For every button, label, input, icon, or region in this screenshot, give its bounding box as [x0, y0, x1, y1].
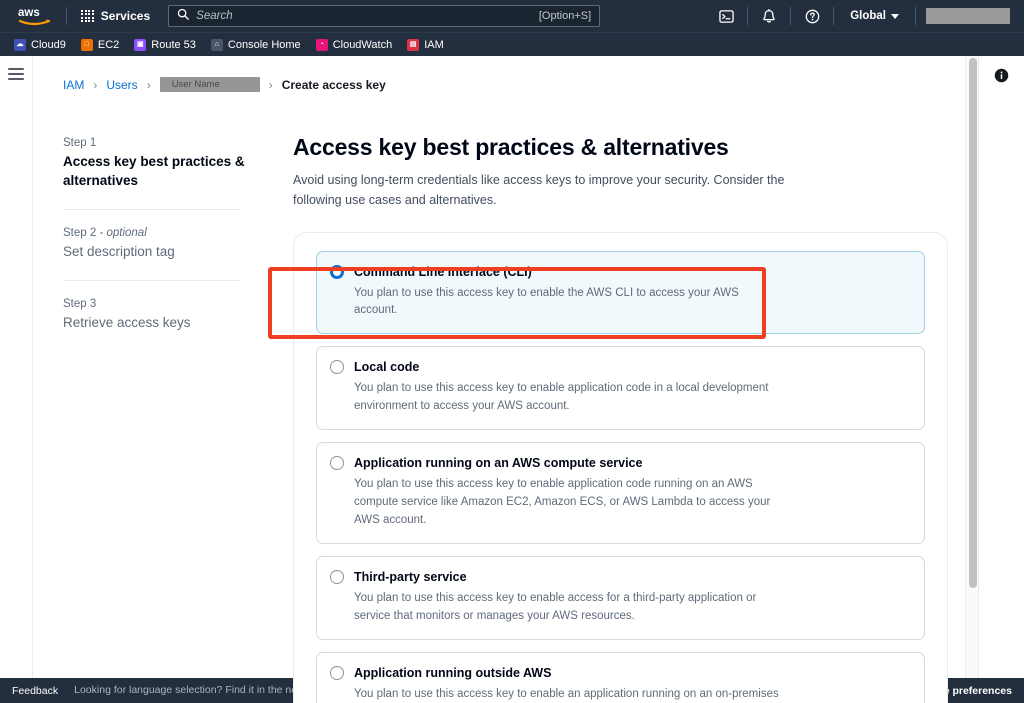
top-navigation-bar: aws Services [Option+S] — [0, 0, 1024, 32]
radio-option-cli[interactable]: Command Line Interface (CLI) You plan to… — [316, 250, 925, 335]
option-label: Application running outside AWS — [354, 665, 552, 680]
favorite-cloudwatch[interactable]: ◔ CloudWatch — [315, 38, 393, 51]
route53-icon: ▣ — [134, 38, 147, 51]
step-title: Access key best practices & alternatives — [63, 154, 245, 189]
option-description: You plan to use this access key to enabl… — [354, 382, 769, 413]
search-shortcut-hint: [Option+S] — [538, 10, 592, 22]
option-label: Local code — [354, 360, 420, 375]
favorite-ec2[interactable]: □ EC2 — [80, 38, 120, 51]
nav-divider — [833, 7, 835, 25]
favorite-label: EC2 — [97, 38, 120, 51]
cloud9-icon: ☁ — [14, 38, 26, 51]
content-column: IAM › Users › User Name › Create access … — [33, 56, 978, 703]
ec2-icon: □ — [80, 38, 93, 51]
hamburger-menu-icon[interactable] — [8, 68, 24, 80]
favorite-label: CloudWatch — [332, 38, 393, 51]
radio-option-third-party[interactable]: Third-party service You plan to use this… — [316, 556, 925, 640]
account-menu-redacted[interactable] — [926, 8, 1010, 24]
console-body: IAM › Users › User Name › Create access … — [0, 56, 1024, 703]
step-number: Step 1 — [63, 137, 97, 149]
nav-divider — [915, 7, 916, 25]
grid-icon — [81, 9, 94, 23]
page-title: Access key best practices & alternatives — [293, 134, 729, 160]
wizard-steps-nav: Step 1 Access key best practices & alter… — [63, 92, 268, 678]
nav-divider — [790, 7, 792, 25]
favorite-console-home[interactable]: ⌂ Console Home — [210, 38, 301, 51]
language-notice-text: Looking for language selection? Find it … — [74, 684, 308, 696]
breadcrumb-item-iam[interactable]: IAM — [63, 78, 84, 92]
favorite-label: IAM — [424, 38, 444, 51]
left-rail — [0, 56, 33, 678]
option-label: Application running on an AWS compute se… — [354, 456, 643, 471]
services-menu-button[interactable]: Services — [73, 4, 158, 28]
step-number: Step 2 - optional — [63, 227, 147, 240]
option-description: You plan to use this access key to enabl… — [354, 687, 779, 700]
chevron-right-icon: › — [146, 77, 151, 92]
chevron-right-icon: › — [93, 77, 98, 92]
radio-option-local-code[interactable]: Local code You plan to use this access k… — [316, 346, 925, 431]
wizard-step-3[interactable]: Step 3 Retrieve access keys — [63, 298, 268, 332]
info-panel — [978, 56, 1024, 678]
option-description: You plan to use this access key to enabl… — [354, 286, 739, 317]
radio-option-outside-aws[interactable]: Application running outside AWS You plan… — [316, 651, 925, 703]
favorite-cloud9[interactable]: ☁ Cloud9 — [14, 38, 66, 51]
option-description: You plan to use this access key to enabl… — [354, 478, 771, 527]
step-divider — [63, 280, 240, 282]
region-selector[interactable]: Global — [840, 10, 909, 22]
global-search-bar[interactable]: [Option+S] — [168, 5, 601, 27]
aws-logo[interactable]: aws — [14, 5, 56, 27]
breadcrumb-item-users[interactable]: Users — [106, 78, 137, 92]
favorite-label: Console Home — [227, 38, 301, 51]
info-icon[interactable] — [994, 68, 1009, 88]
breadcrumb-item-current: Create access key — [281, 77, 386, 92]
main-content: Access key best practices & alternatives… — [268, 92, 978, 703]
feedback-link[interactable]: Feedback — [12, 685, 58, 697]
radio-button[interactable] — [330, 665, 344, 680]
option-label: Third-party service — [354, 570, 467, 585]
breadcrumb: IAM › Users › User Name › Create access … — [33, 56, 978, 92]
favorite-label: Route 53 — [151, 38, 196, 51]
favorite-route53[interactable]: ▣ Route 53 — [134, 38, 196, 51]
radio-button[interactable] — [330, 456, 344, 471]
radio-button[interactable] — [330, 570, 344, 585]
cloudwatch-icon: ◔ — [315, 38, 328, 51]
option-description: You plan to use this access key to enabl… — [354, 592, 757, 622]
radio-option-aws-compute[interactable]: Application running on an AWS compute se… — [316, 442, 925, 545]
aws-console-page: aws Services [Option+S] — [0, 0, 1024, 703]
nav-divider — [66, 7, 67, 25]
wizard-step-2[interactable]: Step 2 - optional Set description tag — [63, 227, 268, 261]
radio-button[interactable] — [330, 264, 344, 279]
radio-button[interactable] — [330, 360, 344, 375]
search-icon — [177, 7, 190, 25]
bell-icon[interactable] — [754, 0, 784, 32]
step-number: Step 3 — [63, 298, 97, 311]
favorite-label: Cloud9 — [31, 38, 66, 51]
favorite-iam[interactable]: ▤ IAM — [407, 38, 444, 51]
cloudshell-icon[interactable] — [711, 0, 741, 32]
console-home-icon: ⌂ — [210, 38, 223, 51]
chevron-right-icon: › — [268, 77, 273, 92]
nav-divider — [747, 7, 749, 25]
vertical-scrollbar[interactable] — [965, 56, 978, 678]
chevron-down-icon — [891, 10, 899, 22]
option-label: Command Line Interface (CLI) — [354, 264, 532, 279]
region-label: Global — [850, 10, 886, 22]
use-case-card: Command Line Interface (CLI) You plan to… — [293, 231, 948, 703]
favorites-bar: ☁ Cloud9 □ EC2 ▣ Route 53 ⌂ Console Home… — [0, 32, 1024, 56]
breadcrumb-item-username-redacted[interactable]: User Name — [159, 77, 260, 92]
step-title: Set description tag — [63, 244, 175, 260]
page-description: Avoid using long-term credentials like a… — [293, 173, 785, 208]
svg-text:aws: aws — [18, 7, 40, 19]
wizard-columns: Step 1 Access key best practices & alter… — [33, 92, 978, 703]
iam-icon: ▤ — [407, 38, 420, 51]
step-title: Retrieve access keys — [63, 315, 191, 331]
search-input[interactable] — [196, 10, 532, 22]
help-icon[interactable] — [797, 0, 827, 32]
scrollbar-thumb[interactable] — [968, 58, 977, 588]
wizard-step-1[interactable]: Step 1 Access key best practices & alter… — [63, 137, 268, 190]
use-case-radio-group: Command Line Interface (CLI) You plan to… — [316, 250, 925, 703]
services-label: Services — [100, 9, 151, 23]
step-divider — [63, 209, 240, 211]
top-navigation-right: Global — [711, 0, 1018, 32]
